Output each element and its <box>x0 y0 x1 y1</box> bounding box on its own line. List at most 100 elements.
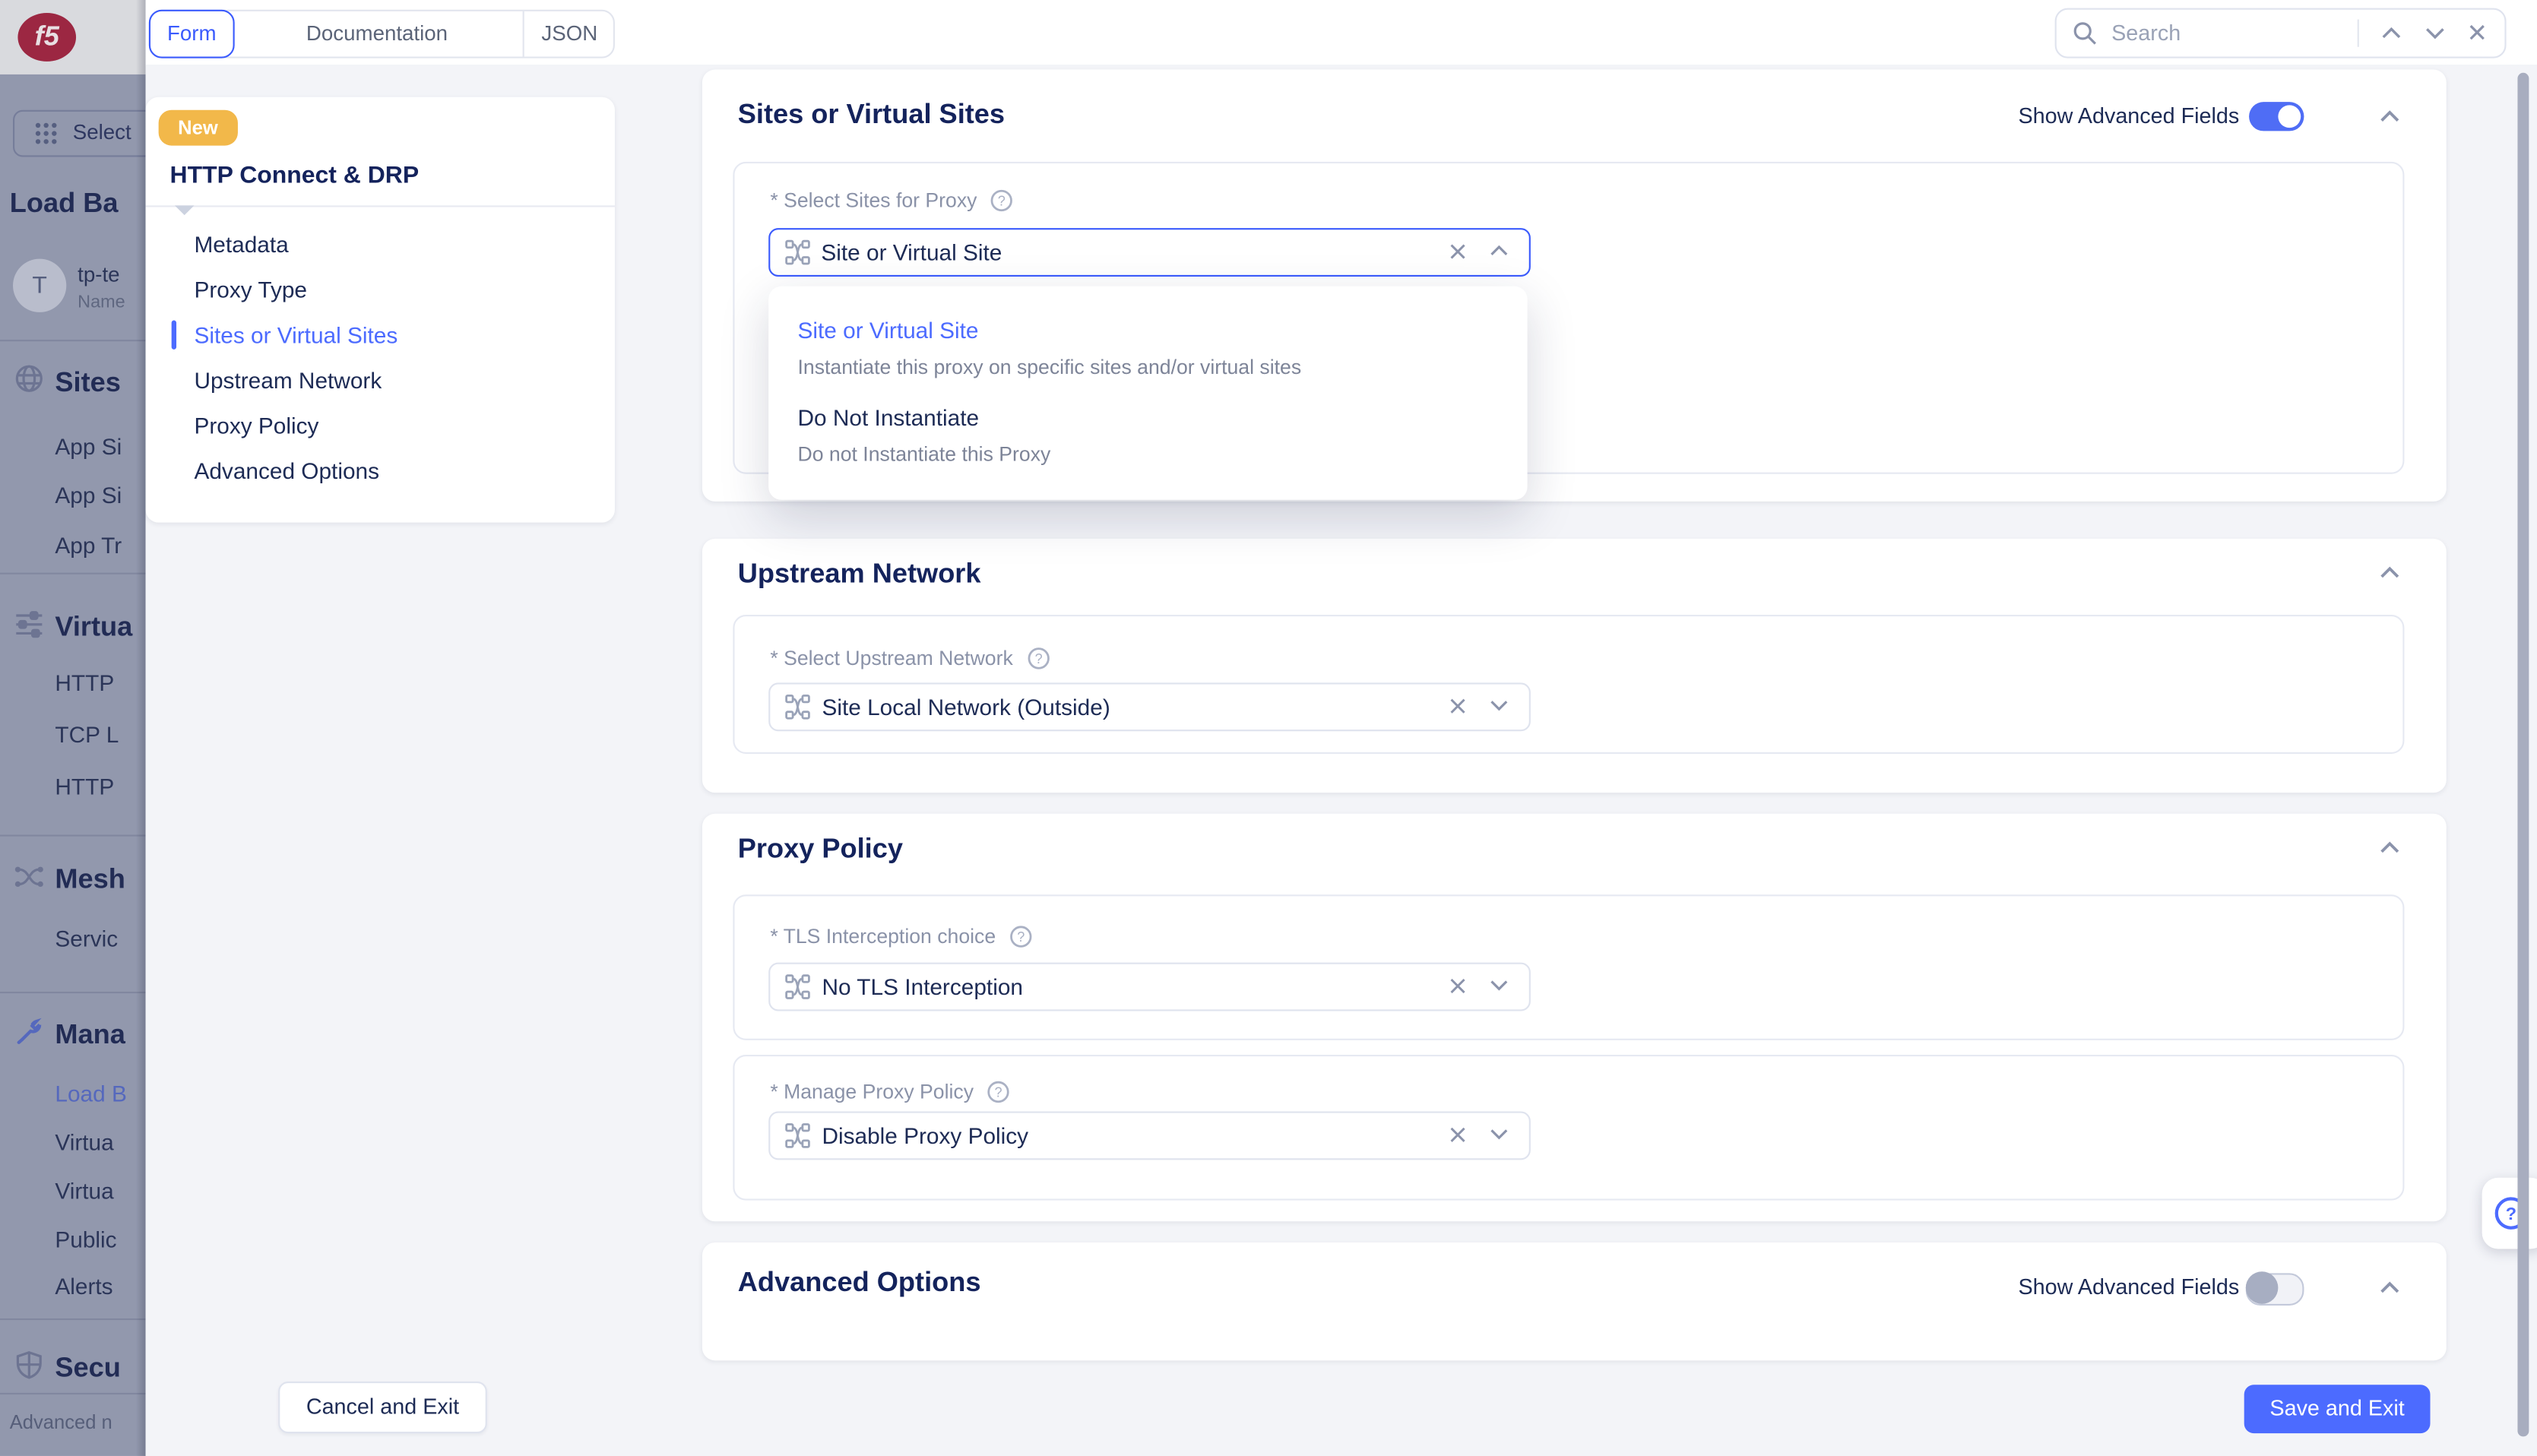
app-stage: f5 Select Load Ba T tp-te Name Sites App… <box>0 0 2537 1456</box>
cancel-and-exit-button[interactable]: Cancel and Exit <box>278 1382 487 1434</box>
namespace-select-label: Select <box>72 119 131 144</box>
search-divider <box>2357 19 2359 47</box>
sidebar-group-sites[interactable]: Sites <box>55 367 121 400</box>
section-collapse-icon[interactable] <box>2378 565 2401 581</box>
sidebar-divider <box>0 572 146 574</box>
search-input[interactable] <box>2108 11 2358 55</box>
sidebar-item[interactable]: Public <box>55 1227 116 1252</box>
menu-option-site-or-virtual-site[interactable]: Site or Virtual Site Instantiate this pr… <box>768 286 1527 378</box>
clear-icon[interactable] <box>1448 694 1468 718</box>
option-title: Do Not Instantiate <box>797 404 980 431</box>
sidebar-group-manage[interactable]: Mana <box>55 1019 125 1052</box>
sidebar-item[interactable]: Alerts <box>55 1273 112 1299</box>
step-proxy-type[interactable]: Proxy Type <box>194 267 307 312</box>
select-sites-for-proxy[interactable]: Site or Virtual Site <box>768 227 1530 276</box>
sliders-icon <box>16 611 43 638</box>
help-circle-icon[interactable]: ? <box>1027 647 1050 670</box>
select-tls-interception[interactable]: No TLS Interception <box>768 962 1531 1011</box>
wrench-icon <box>17 1018 42 1044</box>
field-card-tls-interception: * TLS Interception choice ? No TLS Inter… <box>733 894 2405 1040</box>
panel-topbar: Documentation JSON Form <box>145 0 2537 67</box>
save-and-exit-button[interactable]: Save and Exit <box>2244 1385 2431 1434</box>
search-next-icon[interactable] <box>2424 24 2447 42</box>
select-value: No TLS Interception <box>822 973 1023 1000</box>
show-advanced-fields-label: Show Advanced Fields <box>2018 103 2240 128</box>
wizard-nav-card: New HTTP Connect & DRP Metadata Proxy Ty… <box>145 97 615 523</box>
sidebar-divider <box>0 1392 146 1395</box>
sidebar-item[interactable]: Virtua <box>55 1178 113 1204</box>
sidebar-item[interactable]: App Tr <box>55 532 122 558</box>
collapse-caret-icon[interactable] <box>174 205 195 216</box>
sidebar-divider <box>0 1318 146 1321</box>
help-circle-icon[interactable]: ? <box>991 189 1014 212</box>
sidebar-item[interactable]: HTTP <box>55 669 114 695</box>
sidebar-divider <box>0 991 146 994</box>
chevron-down-icon[interactable] <box>1489 977 1510 993</box>
section-collapse-icon[interactable] <box>2378 109 2401 125</box>
grid-icon <box>35 122 57 144</box>
step-advanced-options[interactable]: Advanced Options <box>194 448 379 494</box>
tab-form[interactable]: Form <box>148 9 235 59</box>
search-icon <box>2073 22 2096 45</box>
sidebar-item-active[interactable]: Load B <box>55 1081 126 1106</box>
section-sites-or-virtual-sites: Sites or Virtual Sites Show Advanced Fie… <box>702 69 2447 502</box>
menu-option-do-not-instantiate[interactable]: Do Not Instantiate Do not Instantiate th… <box>768 374 1527 466</box>
show-advanced-fields-label: Show Advanced Fields <box>2018 1274 2240 1299</box>
section-collapse-icon[interactable] <box>2378 840 2401 856</box>
screenshot-viewport: f5 Select Load Ba T tp-te Name Sites App… <box>0 0 2537 1456</box>
help-circle-icon[interactable]: ? <box>1009 926 1032 948</box>
sidebar-item[interactable]: App Si <box>55 434 122 460</box>
step-upstream-network[interactable]: Upstream Network <box>194 357 382 403</box>
section-heading: Sites or Virtual Sites <box>737 98 1006 130</box>
sidebar-item[interactable]: App Si <box>55 482 122 508</box>
sidebar-group-security[interactable]: Secu <box>55 1353 121 1385</box>
select-dropdown-menu: Site or Virtual Site Instantiate this pr… <box>768 286 1528 500</box>
select-manage-proxy-policy[interactable]: Disable Proxy Policy <box>768 1111 1531 1160</box>
chevron-down-icon[interactable] <box>1489 698 1510 714</box>
vertical-scrollbar[interactable] <box>2517 72 2529 1437</box>
wizard-divider <box>145 205 615 207</box>
section-collapse-icon[interactable] <box>2378 1280 2401 1296</box>
sidebar-group-mesh[interactable]: Mesh <box>55 864 125 897</box>
section-heading: Upstream Network <box>737 558 981 589</box>
toggle-knob <box>2245 1271 2279 1304</box>
option-title: Site or Virtual Site <box>797 317 979 343</box>
sidebar-item[interactable]: Servic <box>55 926 118 951</box>
active-step-bar <box>171 320 177 350</box>
section-advanced-options: Advanced Options Show Advanced Fields <box>702 1242 2447 1361</box>
clear-icon[interactable] <box>1448 1122 1468 1147</box>
clear-icon[interactable] <box>1448 974 1468 999</box>
tenant-sub: Name <box>78 293 125 312</box>
show-advanced-fields-toggle[interactable] <box>2249 102 2304 131</box>
clear-icon[interactable] <box>1447 239 1467 263</box>
logo-strip: f5 <box>0 0 146 74</box>
step-sites-or-virtual-sites[interactable]: Sites or Virtual Sites <box>194 312 397 358</box>
globe-icon <box>15 365 43 392</box>
help-circle-icon[interactable]: ? <box>987 1081 1010 1103</box>
step-metadata[interactable]: Metadata <box>194 222 288 267</box>
avatar[interactable]: T <box>13 258 67 312</box>
field-label: * TLS Interception choice ? <box>770 926 1032 948</box>
tab-json[interactable]: JSON <box>522 11 615 57</box>
tenant-name: tp-te <box>78 261 120 286</box>
field-label: * Select Sites for Proxy ? <box>770 189 1013 212</box>
field-label: * Manage Proxy Policy ? <box>770 1081 1010 1103</box>
sidebar-item[interactable]: HTTP <box>55 774 114 799</box>
show-advanced-fields-toggle[interactable] <box>2245 1271 2304 1306</box>
chevron-down-icon[interactable] <box>1489 1126 1510 1142</box>
tab-documentation[interactable]: Documentation <box>231 11 522 57</box>
svg-text:?: ? <box>995 1084 1002 1100</box>
f5-logo-icon[interactable]: f5 <box>17 13 77 62</box>
sidebar-item[interactable]: Virtua <box>55 1129 113 1155</box>
namespace-select[interactable]: Select <box>13 109 146 157</box>
search-close-icon[interactable] <box>2467 23 2487 43</box>
sidebar-item[interactable]: TCP L <box>55 721 119 747</box>
chevron-up-icon[interactable] <box>1487 242 1509 258</box>
choice-icon <box>785 695 810 720</box>
search-prev-icon[interactable] <box>2380 24 2403 42</box>
shield-icon <box>16 1351 42 1379</box>
field-card-upstream: * Select Upstream Network ? Site Local N… <box>733 614 2405 755</box>
sidebar-group-virtual[interactable]: Virtua <box>55 612 132 644</box>
step-proxy-policy[interactable]: Proxy Policy <box>194 403 318 448</box>
select-upstream-network[interactable]: Site Local Network (Outside) <box>768 682 1531 732</box>
